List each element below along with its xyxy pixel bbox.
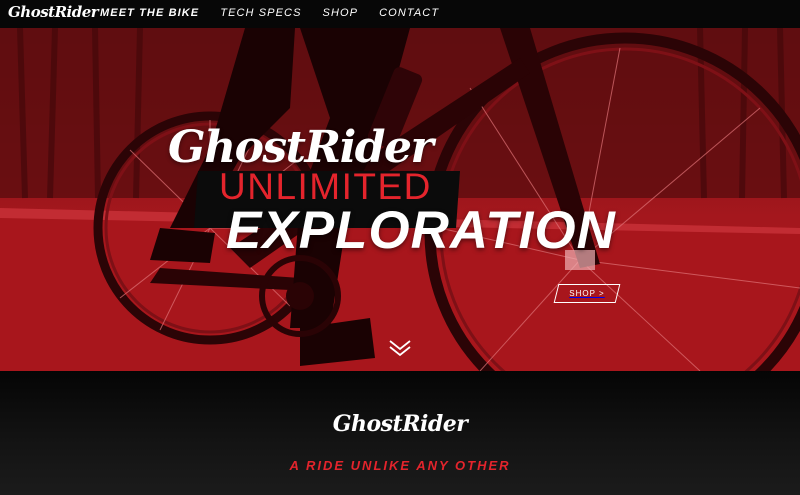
nav-meet-the-bike[interactable]: MEET THE BIKE — [100, 7, 199, 19]
hero-logo: GhostRider — [168, 122, 434, 173]
hero-subtitle: UNLIMITED — [219, 166, 432, 207]
page: GhostRider MEET THE BIKE TECH SPECS SHOP… — [0, 0, 800, 495]
hero-shop-button[interactable]: SHOP > — [553, 284, 621, 303]
top-navbar: GhostRider MEET THE BIKE TECH SPECS SHOP… — [0, 0, 800, 28]
nav-shop[interactable]: SHOP — [323, 7, 359, 19]
hero-title: EXPLORATION — [226, 201, 616, 260]
nav-tech-specs[interactable]: TECH SPECS — [220, 7, 301, 19]
hero-shop-button-label: SHOP > — [569, 289, 605, 298]
main-menu: MEET THE BIKE TECH SPECS SHOP CONTACT — [100, 7, 439, 19]
double-chevron-down-icon[interactable] — [388, 338, 412, 358]
hero-banner: GhostRider UNLIMITED EXPLORATION SHOP > — [0, 28, 800, 371]
brand-logo[interactable]: GhostRider — [8, 3, 99, 21]
nav-contact[interactable]: CONTACT — [379, 7, 439, 19]
tagline: A RIDE UNLIKE ANY OTHER — [289, 458, 511, 473]
intro-section: GhostRider A RIDE UNLIKE ANY OTHER — [0, 371, 800, 495]
section-logo: GhostRider — [332, 411, 468, 437]
